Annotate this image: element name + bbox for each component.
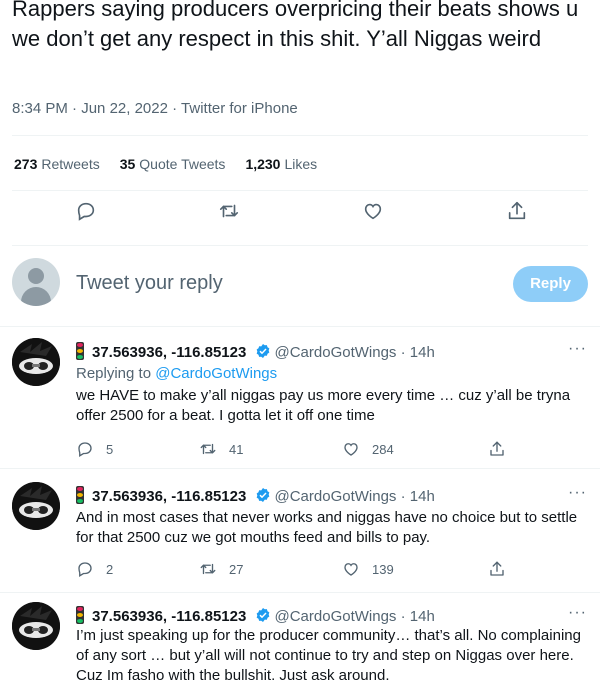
reply-icon xyxy=(78,562,92,577)
tweet-text: And in most cases that never works and n… xyxy=(76,509,578,546)
traffic-light-icon xyxy=(76,606,84,624)
like-count: 139 xyxy=(372,561,394,577)
share-icon xyxy=(490,561,504,576)
more-icon[interactable]: ··· xyxy=(568,604,587,622)
tweet-source[interactable]: Twitter for iPhone xyxy=(181,100,298,117)
reply-action[interactable]: 2 xyxy=(76,560,113,578)
quotes-count: 35 xyxy=(119,156,136,172)
reply-count: 2 xyxy=(106,561,114,577)
tweet-date[interactable]: Jun 22, 2022 xyxy=(81,100,168,117)
tweet-header: 37.563936, -116.85123 @CardoGotWings · 1… xyxy=(76,342,435,361)
likes-stat[interactable]: 1,230 Likes xyxy=(245,156,317,172)
tweet-metadata: 8:34 PM · Jun 22, 2022 · Twitter for iPh… xyxy=(12,100,298,117)
replying-prefix: Replying to xyxy=(76,365,152,382)
verified-badge-icon xyxy=(256,344,269,358)
share-action[interactable] xyxy=(488,440,518,458)
retweet-icon xyxy=(200,443,216,455)
meta-separator: · xyxy=(400,608,406,625)
retweets-label: Retweets xyxy=(41,156,100,172)
meta-separator: · xyxy=(400,344,406,361)
likes-label: Likes xyxy=(284,156,318,172)
meta-separator: · xyxy=(400,488,406,505)
retweet-icon xyxy=(200,563,216,575)
tweet-header: 37.563936, -116.85123 @CardoGotWings · 1… xyxy=(76,606,435,625)
like-icon xyxy=(344,443,358,456)
divider xyxy=(0,326,600,327)
like-action[interactable]: 284 xyxy=(342,440,394,458)
likes-count: 1,230 xyxy=(245,156,281,172)
mention-link[interactable]: @CardoGotWings xyxy=(155,365,277,382)
user-handle[interactable]: @CardoGotWings xyxy=(275,344,397,361)
avatar[interactable] xyxy=(12,338,60,386)
tweet-text: I’m just speaking up for the producer co… xyxy=(76,627,581,684)
like-icon[interactable] xyxy=(362,200,386,224)
reply-tweet[interactable]: 37.563936, -116.85123 @CardoGotWings · 1… xyxy=(0,472,600,594)
retweet-action[interactable]: 27 xyxy=(199,560,243,578)
share-icon[interactable] xyxy=(506,200,530,224)
divider xyxy=(12,190,588,191)
replying-to: Replying to @CardoGotWings xyxy=(76,365,277,382)
retweet-count: 41 xyxy=(229,441,244,457)
retweets-stat[interactable]: 273 Retweets xyxy=(14,156,100,172)
tweet-text: we HAVE to make y’all niggas pay us more… xyxy=(76,387,571,424)
tweet-header: 37.563936, -116.85123 @CardoGotWings · 1… xyxy=(76,486,435,505)
like-count: 284 xyxy=(372,441,394,457)
reply-icon[interactable] xyxy=(75,200,99,224)
retweet-count: 27 xyxy=(229,561,244,577)
divider xyxy=(0,468,600,469)
share-action[interactable] xyxy=(488,560,518,578)
retweets-count: 273 xyxy=(14,156,38,172)
verified-badge-icon xyxy=(256,608,269,622)
avatar-head xyxy=(28,268,44,284)
retweet-action[interactable]: 41 xyxy=(199,440,243,458)
verified-badge-icon xyxy=(256,488,269,502)
display-name[interactable]: 37.563936, -116.85123 xyxy=(92,344,246,361)
display-name[interactable]: 37.563936, -116.85123 xyxy=(92,608,246,625)
traffic-light-icon xyxy=(76,342,84,360)
reply-button[interactable]: Reply xyxy=(513,266,588,302)
reply-tweet[interactable]: 37.563936, -116.85123 @CardoGotWings · 1… xyxy=(0,592,600,684)
divider xyxy=(12,135,588,136)
main-tweet-actions xyxy=(0,200,600,232)
main-tweet-text: Rappers saying producers overpricing the… xyxy=(12,0,579,51)
quotes-label: Quote Tweets xyxy=(139,156,226,172)
more-icon[interactable]: ··· xyxy=(568,340,587,358)
tweet-time[interactable]: 14h xyxy=(410,344,435,361)
reply-composer: Tweet your reply Reply xyxy=(0,250,600,322)
reply-input[interactable]: Tweet your reply xyxy=(76,272,223,295)
avatar[interactable] xyxy=(12,482,60,530)
reply-icon xyxy=(78,442,92,457)
tweet-time[interactable]: 14h xyxy=(410,488,435,505)
display-name[interactable]: 37.563936, -116.85123 xyxy=(92,488,246,505)
like-icon xyxy=(344,563,358,576)
reply-tweet[interactable]: 37.563936, -116.85123 @CardoGotWings · 1… xyxy=(0,328,600,468)
divider xyxy=(12,245,588,246)
avatar[interactable] xyxy=(12,258,60,306)
tweet-actions: 2 27 139 xyxy=(76,560,588,580)
reply-action[interactable]: 5 xyxy=(76,440,113,458)
reply-count: 5 xyxy=(106,441,114,457)
user-handle[interactable]: @CardoGotWings xyxy=(275,608,397,625)
tweet-actions: 5 41 284 xyxy=(76,440,588,460)
tweet-time[interactable]: 8:34 PM xyxy=(12,100,68,117)
user-handle[interactable]: @CardoGotWings xyxy=(275,488,397,505)
avatar[interactable] xyxy=(12,602,60,650)
retweet-icon[interactable] xyxy=(218,200,242,224)
quote-tweets-stat[interactable]: 35 Quote Tweets xyxy=(120,156,226,172)
tweet-time[interactable]: 14h xyxy=(410,608,435,625)
avatar-body xyxy=(21,287,51,306)
tweet-stats: 273 Retweets 35 Quote Tweets 1,230 Likes xyxy=(14,156,317,172)
like-action[interactable]: 139 xyxy=(342,560,394,578)
share-icon xyxy=(490,441,504,456)
traffic-light-icon xyxy=(76,486,84,504)
more-icon[interactable]: ··· xyxy=(568,484,587,502)
